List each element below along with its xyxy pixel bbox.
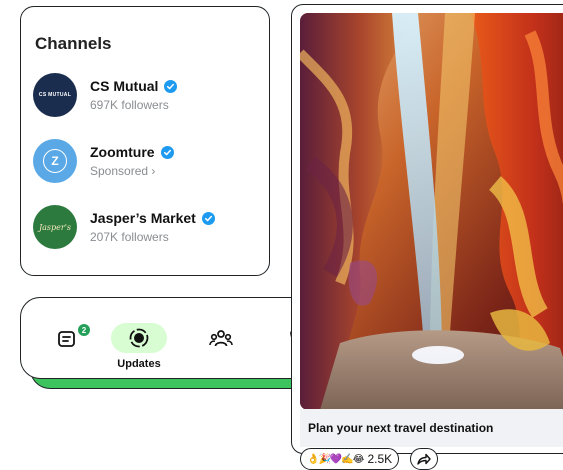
jaspers-avatar-text: Jasper's xyxy=(38,222,72,232)
forward-button[interactable] xyxy=(410,448,438,470)
verified-icon xyxy=(201,211,215,225)
channel-name: Jasper’s Market xyxy=(90,210,215,226)
reactions-button[interactable]: 👌🎉💜✍️😂 2.5K xyxy=(300,448,400,470)
channel-followers: 207K followers xyxy=(90,230,169,244)
channel-followers: 697K followers xyxy=(90,98,169,112)
nav-item-chats[interactable]: 2 xyxy=(35,298,99,378)
channel-name-text: Zoomture xyxy=(90,144,155,160)
reaction-emojis: 👌🎉💜✍️😂 xyxy=(307,453,364,465)
post-caption: Plan your next travel destination xyxy=(308,421,494,435)
cs-mutual-avatar: CS MUTUAL xyxy=(33,73,77,117)
post-image[interactable] xyxy=(300,13,563,410)
zoomture-avatar-text: Z xyxy=(43,149,67,173)
communities-icon xyxy=(209,330,233,347)
forward-icon xyxy=(417,453,431,465)
channel-name-text: Jasper’s Market xyxy=(90,210,196,226)
nav-item-updates[interactable]: Updates xyxy=(107,298,171,378)
reaction-count: 2.5K xyxy=(367,452,393,466)
sponsored-link[interactable]: Sponsored › xyxy=(90,164,155,178)
nav-item-communities[interactable] xyxy=(189,298,253,378)
canyon-photo xyxy=(300,13,563,410)
nav-label-updates: Updates xyxy=(117,358,161,370)
channel-item-zoomture[interactable]: Z Zoomture Sponsored › xyxy=(33,139,263,185)
caption-box: Plan your next travel destination xyxy=(300,409,563,447)
unread-badge: 2 xyxy=(77,323,91,337)
verified-icon xyxy=(160,145,174,159)
channel-name: CS Mutual xyxy=(90,78,178,94)
channels-title: Channels xyxy=(35,34,112,53)
channel-post-card: Plan your next travel destination xyxy=(291,4,563,454)
chats-icon xyxy=(58,331,75,347)
channel-item-jaspers-market[interactable]: Jasper's Jasper’s Market 207K followers xyxy=(33,205,263,251)
verified-icon xyxy=(164,79,178,93)
updates-icon xyxy=(129,328,149,348)
channel-name-text: CS Mutual xyxy=(90,78,159,94)
channel-name: Zoomture xyxy=(90,144,174,160)
zoomture-avatar: Z xyxy=(33,139,77,183)
channel-item-cs-mutual[interactable]: CS MUTUAL CS Mutual 697K followers xyxy=(33,73,263,119)
jaspers-market-avatar: Jasper's xyxy=(33,205,77,249)
channels-card: Channels CS MUTUAL CS Mutual 697K follow… xyxy=(20,6,270,276)
cs-mutual-avatar-text: CS MUTUAL xyxy=(38,92,72,98)
